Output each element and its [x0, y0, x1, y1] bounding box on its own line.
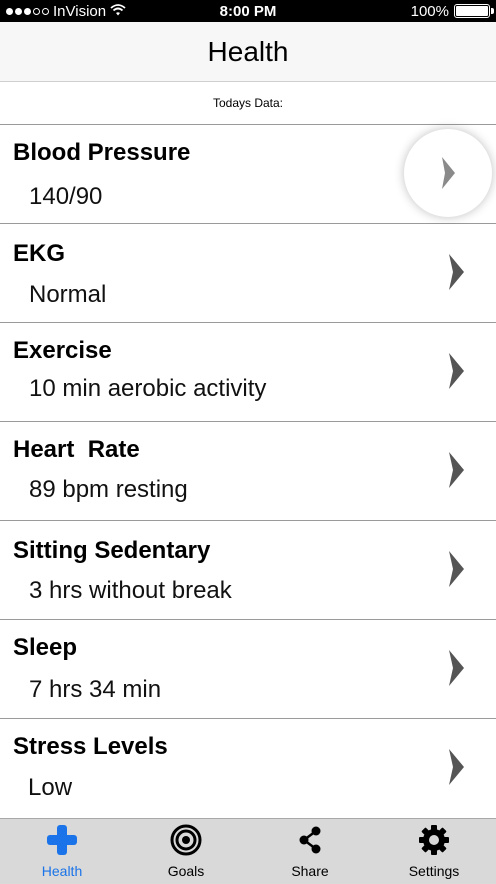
tab-label: Share	[291, 863, 329, 879]
status-left: InVision	[6, 3, 126, 20]
section-header-label: Todays Data:	[212, 96, 284, 110]
navigation-bar: Health	[0, 22, 496, 82]
wifi-icon	[110, 3, 126, 20]
chevron-right-icon[interactable]	[446, 747, 466, 787]
chevron-right-icon[interactable]	[446, 450, 466, 490]
list-item-sleep[interactable]: Sleep 7 hrs 34 min	[0, 620, 496, 719]
tab-settings[interactable]: Settings	[372, 819, 496, 884]
list-item-title: Sitting Sedentary	[13, 537, 211, 564]
tab-bar: Health Goals Share Settings	[0, 818, 496, 884]
list-item-stress-levels[interactable]: Stress Levels Low	[0, 719, 496, 818]
plus-icon	[45, 823, 79, 857]
list-item-title: Heart Rate	[13, 436, 140, 463]
list-item-value: 140/90	[29, 183, 103, 210]
list-item-value: Normal	[29, 281, 107, 308]
list-item-title: Sleep	[13, 634, 78, 661]
list-item-title: Stress Levels	[13, 733, 168, 760]
list-item-value: 89 bpm resting	[29, 476, 188, 503]
list-item-blood-pressure[interactable]: Blood Pressure 140/90	[0, 125, 496, 224]
health-data-list: Blood Pressure 140/90 EKG Normal Exercis…	[0, 125, 496, 818]
carrier-name: InVision	[53, 2, 107, 20]
page-title: Health	[207, 35, 289, 67]
tab-label: Goals	[167, 863, 205, 879]
list-item-value: 3 hrs without break	[29, 577, 232, 604]
list-item-exercise[interactable]: Exercise 10 min aerobic activity	[0, 323, 496, 422]
section-header: Todays Data:	[0, 82, 496, 125]
chevron-button[interactable]	[404, 129, 492, 217]
list-item-value: 10 min aerobic activity	[29, 375, 267, 402]
tab-goals[interactable]: Goals	[124, 819, 248, 884]
tab-label: Settings	[408, 863, 460, 879]
chevron-right-icon[interactable]	[446, 351, 466, 391]
list-item-title: Blood Pressure	[13, 139, 191, 166]
list-item-ekg[interactable]: EKG Normal	[0, 224, 496, 323]
chevron-right-icon	[439, 155, 457, 191]
tab-label: Health	[41, 863, 83, 879]
gear-icon	[417, 823, 451, 857]
target-icon	[169, 823, 203, 857]
list-item-title: Exercise	[13, 337, 112, 364]
status-bar: InVision 8:00 PM 100%	[0, 0, 496, 22]
tab-share[interactable]: Share	[248, 819, 372, 884]
chevron-right-icon[interactable]	[446, 252, 466, 292]
battery-level	[456, 6, 488, 16]
list-item-sitting-sedentary[interactable]: Sitting Sedentary 3 hrs without break	[0, 521, 496, 620]
list-item-heart-rate[interactable]: Heart Rate 89 bpm resting	[0, 422, 496, 521]
list-item-value: Low	[28, 774, 73, 801]
battery-percent: 100%	[410, 2, 449, 20]
list-item-title: EKG	[13, 240, 66, 267]
list-item-value: 7 hrs 34 min	[29, 676, 162, 703]
tab-health[interactable]: Health	[0, 819, 124, 884]
battery-icon	[454, 4, 494, 18]
chevron-right-icon[interactable]	[446, 648, 466, 688]
signal-strength-icon	[6, 7, 49, 15]
chevron-right-icon[interactable]	[446, 549, 466, 589]
status-right: 100%	[410, 2, 494, 20]
share-icon	[293, 823, 327, 857]
